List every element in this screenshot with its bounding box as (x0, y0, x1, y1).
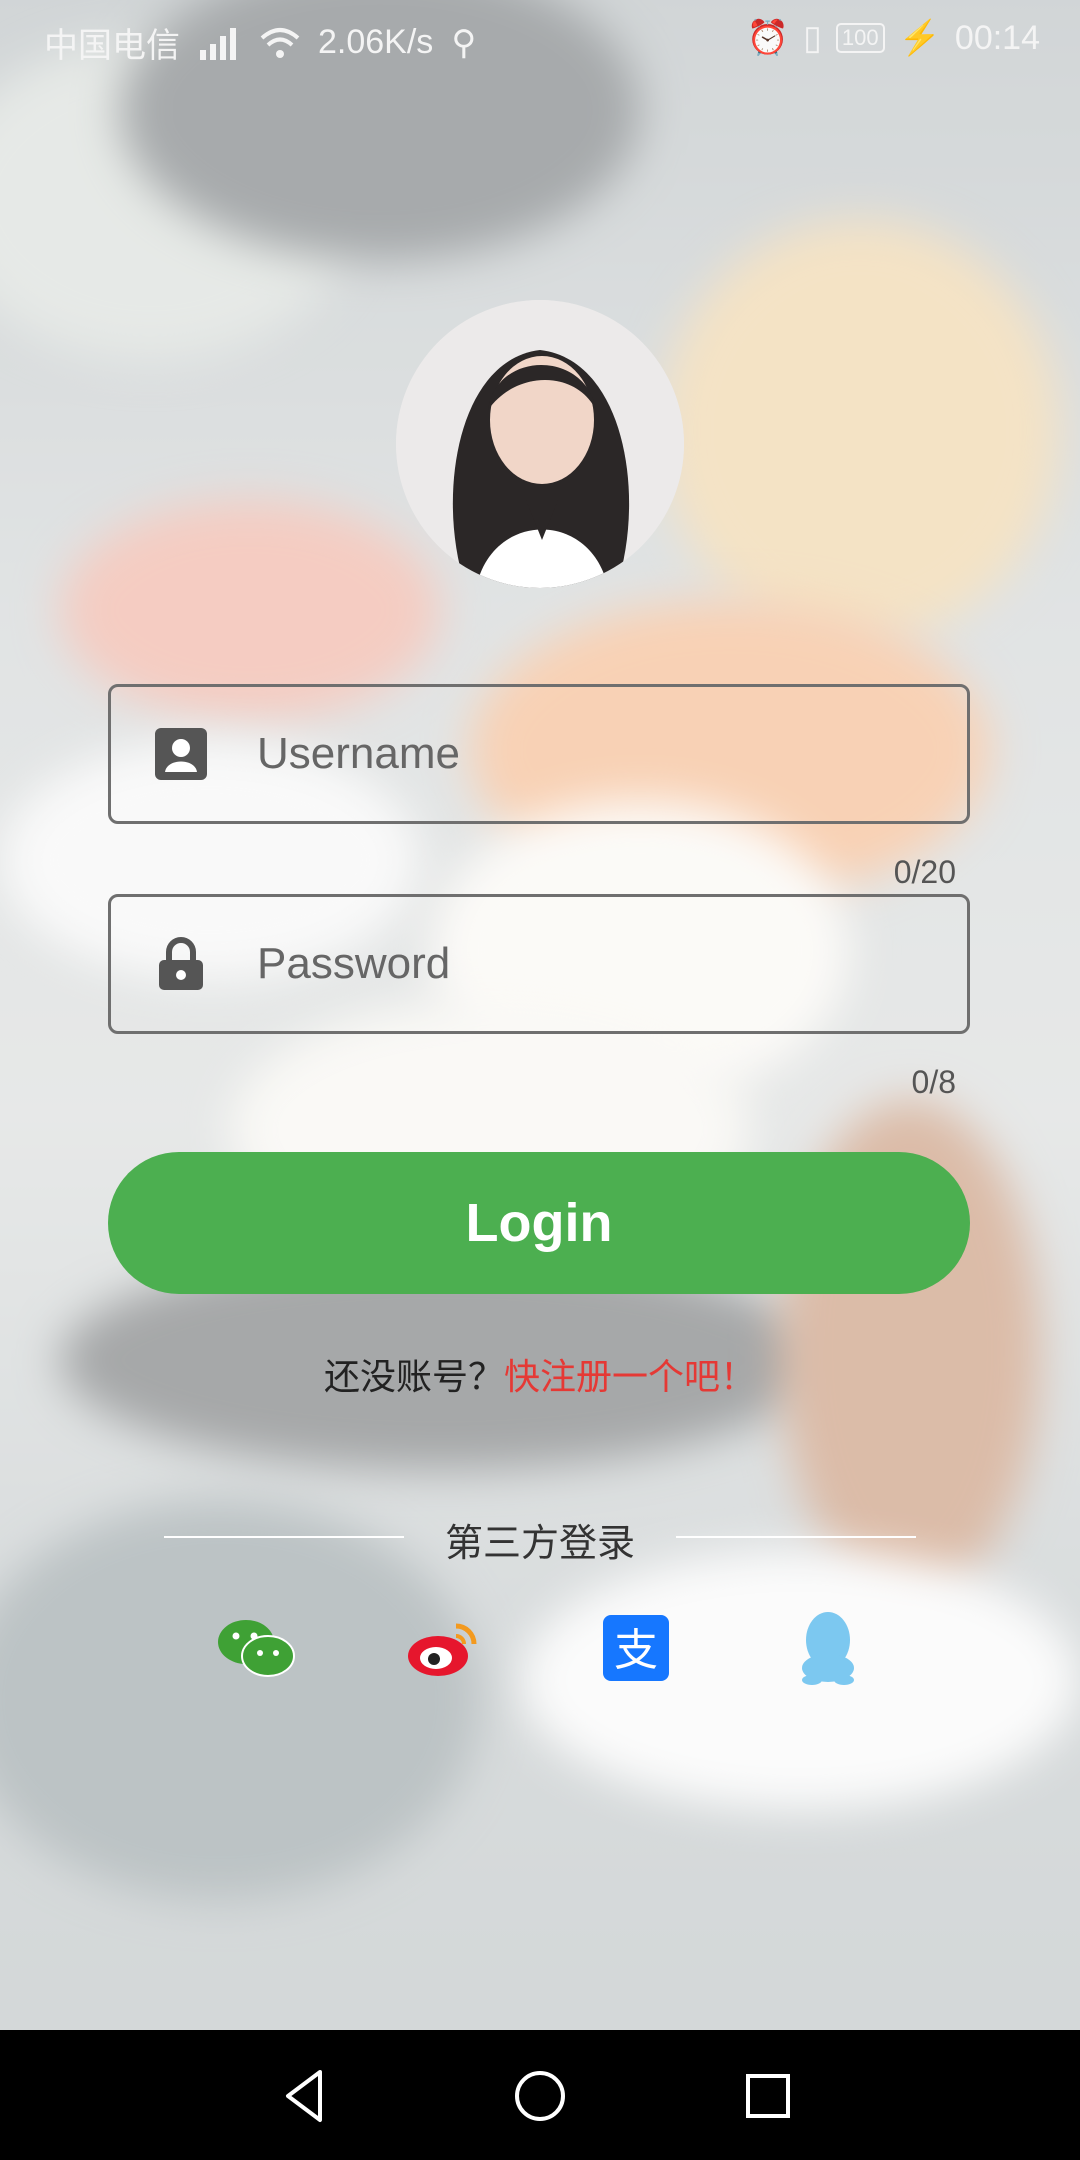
signal-icon (200, 27, 236, 60)
navigation-bar (0, 2030, 1080, 2160)
alipay-icon: 支 (603, 1615, 669, 1681)
vibrate-icon: ▯ (803, 19, 822, 57)
lock-icon (159, 937, 203, 990)
clock: 00:14 (954, 18, 1040, 57)
register-prompt: 还没账号？快注册一个吧！ (0, 1348, 1080, 1400)
login-button[interactable]: Login (108, 1152, 970, 1294)
register-question: 还没账号？ (323, 1356, 504, 1397)
person-card-icon (155, 728, 207, 780)
qq-login-button[interactable] (788, 1608, 868, 1688)
weibo-login-button[interactable] (404, 1608, 484, 1688)
home-icon[interactable] (508, 2064, 572, 2128)
username-input[interactable] (255, 728, 879, 780)
wechat-login-button[interactable] (216, 1608, 296, 1688)
recents-icon[interactable] (736, 2064, 800, 2128)
alipay-login-button[interactable]: 支 (596, 1608, 676, 1688)
wechat-icon (218, 1620, 295, 1677)
carrier-label: 中国电信 (44, 27, 180, 65)
password-input[interactable] (255, 938, 879, 990)
wifi-icon (260, 27, 300, 58)
status-bar: 中国电信 2.06K/s ⚲ ⏰ ▯ 100 ⚡ 00:14 (0, 0, 1080, 74)
usb-icon: ⚲ (451, 23, 477, 62)
register-link[interactable]: 快注册一个吧！ (504, 1356, 756, 1397)
avatar[interactable] (396, 300, 684, 588)
weibo-icon (408, 1623, 477, 1676)
battery-icon: 100 (835, 23, 885, 53)
alarm-icon: ⏰ (746, 19, 790, 57)
username-field[interactable] (108, 684, 970, 824)
username-counter: 0/20 (893, 854, 956, 890)
back-icon[interactable] (274, 2064, 338, 2128)
user-avatar-icon (396, 300, 684, 588)
password-field[interactable] (108, 894, 970, 1034)
charging-icon: ⚡ (898, 19, 941, 57)
third-party-title: 第三方登录 (444, 1523, 635, 1565)
third-party-section: 第三方登录 (0, 1508, 1080, 1565)
password-counter: 0/8 (911, 1064, 956, 1100)
qq-icon (802, 1612, 854, 1685)
net-speed: 2.06K/s (318, 23, 434, 61)
svg-text:支: 支 (614, 1625, 658, 1676)
